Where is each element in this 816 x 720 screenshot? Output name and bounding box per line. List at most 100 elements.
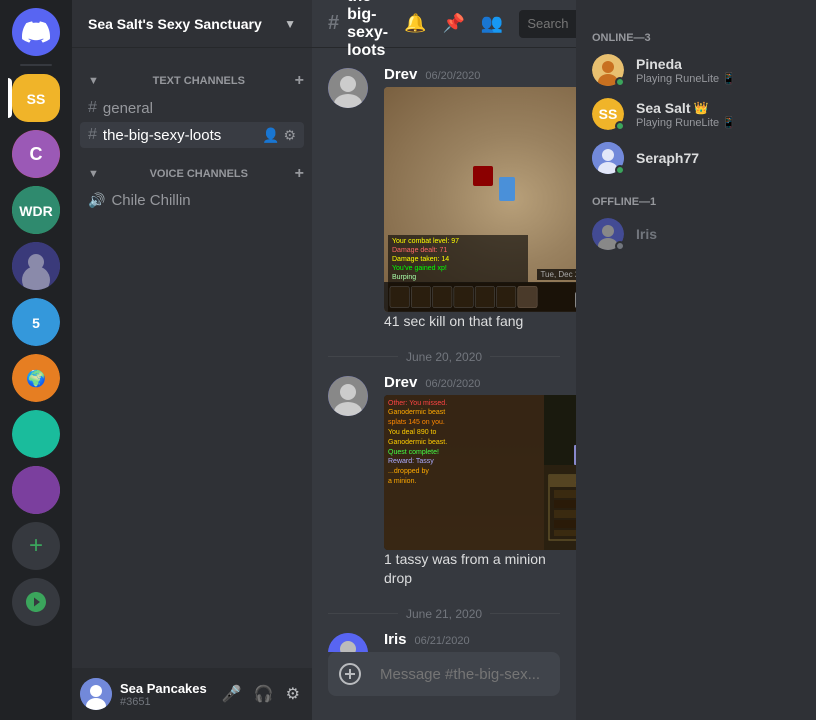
user-controls: 🎤 🎧 ⚙ xyxy=(218,680,304,708)
mute-icon[interactable]: 🎤 xyxy=(218,680,246,708)
member-list: ONLINE—3 Pineda Playing RuneLite 📱 xyxy=(576,0,816,720)
iris-timestamp: 06/21/2020 xyxy=(415,635,470,647)
seraph-info: Seraph77 xyxy=(636,150,699,166)
seasalt-status: Playing RuneLite 📱 xyxy=(636,116,736,129)
channel-big-sexy-loots[interactable]: # the-big-sexy-loots 👤 ⚙ xyxy=(80,122,304,148)
channel-general-name: general xyxy=(103,100,296,117)
members-icon[interactable]: 👥 xyxy=(481,13,503,34)
channels-container: ▼ TEXT CHANNELS + # general # the-big-se… xyxy=(72,48,312,668)
seraph-name: Seraph77 xyxy=(636,150,699,166)
pin-icon[interactable]: 📌 xyxy=(442,13,464,34)
server5-icon[interactable]: 5 xyxy=(12,298,60,346)
iris-member-info: Iris xyxy=(636,226,657,242)
explore-button[interactable] xyxy=(12,578,60,626)
iris-status-dot xyxy=(615,241,625,251)
member-seasalt[interactable]: SS Sea Salt 👑 Playing RuneLite 📱 xyxy=(584,92,808,136)
server3-icon[interactable]: WDR xyxy=(12,186,60,234)
hash-icon: # xyxy=(88,99,97,117)
seasalt-name: Sea Salt xyxy=(636,100,690,116)
server8-icon[interactable] xyxy=(12,466,60,514)
add-voice-channel-icon[interactable]: + xyxy=(295,165,304,183)
iris-avatar xyxy=(328,633,368,652)
add-text-channel-icon[interactable]: + xyxy=(295,72,304,90)
seasalt-crown-icon: 👑 xyxy=(693,101,708,115)
message-input[interactable] xyxy=(380,655,576,694)
date-label-june20: June 20, 2020 xyxy=(406,350,482,364)
member-pineda[interactable]: Pineda Playing RuneLite 📱 xyxy=(584,48,808,92)
pineda-info: Pineda Playing RuneLite 📱 xyxy=(636,56,736,85)
iris-header: Iris 06/21/2020 xyxy=(384,631,560,648)
add-server-button[interactable]: + xyxy=(12,522,60,570)
seasalt-avatar-wrapper: SS xyxy=(592,98,624,130)
pineda-name: Pineda xyxy=(636,56,682,72)
drev1-content: Drev 06/20/2020 xyxy=(384,66,560,332)
iris-member-name: Iris xyxy=(636,226,657,242)
deafen-icon[interactable]: 🎧 xyxy=(250,680,278,708)
date-label-june21: June 21, 2020 xyxy=(406,607,482,621)
date-divider-june20: June 20, 2020 xyxy=(312,342,576,372)
drev-avatar xyxy=(328,68,368,108)
server1-icon[interactable]: SS xyxy=(12,74,60,122)
pineda-status-dot xyxy=(615,77,625,87)
attach-button[interactable] xyxy=(328,652,372,696)
drev2-author: Drev xyxy=(384,374,417,391)
offline-section-header: OFFLINE—1 xyxy=(584,180,808,212)
speaker-icon: 🔊 xyxy=(88,192,105,209)
svg-text:C: C xyxy=(30,144,43,164)
pineda-avatar-wrapper xyxy=(592,54,624,86)
drev1-header: Drev 06/20/2020 xyxy=(384,66,560,83)
user-avatar xyxy=(80,678,112,710)
channel-gear-icon[interactable]: ⚙ xyxy=(283,127,296,144)
server1-wrapper: SS xyxy=(12,74,60,122)
drev1-timestamp: 06/20/2020 xyxy=(425,70,480,82)
channel-active-name: the-big-sexy-loots xyxy=(103,127,256,144)
svg-text:5: 5 xyxy=(32,315,40,331)
iris-author: Iris xyxy=(384,631,407,648)
chat-input-area: GIF 😊 xyxy=(312,652,576,720)
server7-icon[interactable] xyxy=(12,410,60,458)
seasalt-info: Sea Salt 👑 Playing RuneLite 📱 xyxy=(636,100,736,129)
server6-icon[interactable]: 🌍 xyxy=(12,354,60,402)
hash-icon-active: # xyxy=(88,126,97,144)
drev1-author: Drev xyxy=(384,66,417,83)
message-group-drev1: Drev 06/20/2020 xyxy=(312,64,576,334)
game-image-2: Other: You missed. Ganodermic beast spla… xyxy=(384,395,576,550)
online-section-header: ONLINE—3 xyxy=(584,16,808,48)
channel-actions: 👤 ⚙ xyxy=(262,127,296,144)
chat-log: Your combat level: 97 Damage dealt: 71 D… xyxy=(388,235,528,284)
iris-member-avatar-wrapper xyxy=(592,218,624,250)
server4-icon[interactable] xyxy=(12,242,60,290)
channel-general[interactable]: # general xyxy=(80,95,304,121)
seraph-avatar-wrapper xyxy=(592,142,624,174)
search-input[interactable] xyxy=(527,16,576,31)
text-channels-category[interactable]: ▼ TEXT CHANNELS + xyxy=(72,56,312,94)
member-iris[interactable]: Iris xyxy=(584,212,808,256)
server-header[interactable]: Sea Salt's Sexy Sanctuary ▼ xyxy=(72,0,312,48)
pineda-status: Playing RuneLite 📱 xyxy=(636,72,736,85)
seasalt-status-dot xyxy=(615,121,625,131)
drev1-text: 41 sec kill on that fang xyxy=(384,312,560,332)
date-divider-june21: June 21, 2020 xyxy=(312,599,576,629)
drev2-text: 1 tassy was from a minion drop xyxy=(384,550,560,589)
channel-settings-icon[interactable]: 👤 xyxy=(262,127,279,144)
server2-icon[interactable]: C xyxy=(12,130,60,178)
chat-input-container: GIF 😊 xyxy=(328,652,560,696)
member-seraph[interactable]: Seraph77 xyxy=(584,136,808,180)
game-ui-bar xyxy=(384,282,576,312)
pineda-badge: 📱 xyxy=(722,73,736,85)
search-bar[interactable]: 🔍 xyxy=(519,10,576,38)
voice-channel-chile[interactable]: 🔊 Chile Chillin xyxy=(80,188,304,213)
settings-icon[interactable]: ⚙ xyxy=(282,680,304,708)
channel-hash-icon: # xyxy=(328,12,339,35)
drev2-header: Drev 06/20/2020 xyxy=(384,374,560,391)
message-group-iris: Iris 06/21/2020 RuneLite You receive a d… xyxy=(312,629,576,652)
voice-channels-label: VOICE CHANNELS xyxy=(150,168,248,180)
category-arrow-voice: ▼ xyxy=(88,168,99,180)
discord-home-button[interactable] xyxy=(12,8,60,56)
notification-icon[interactable]: 🔔 xyxy=(404,13,426,34)
svg-text:🌍: 🌍 xyxy=(26,369,46,388)
svg-text:WDR: WDR xyxy=(19,203,52,219)
user-info: Sea Pancakes #3651 xyxy=(120,681,210,708)
voice-channels-category[interactable]: ▼ VOICE CHANNELS + xyxy=(72,149,312,187)
svg-text:SS: SS xyxy=(599,106,618,122)
